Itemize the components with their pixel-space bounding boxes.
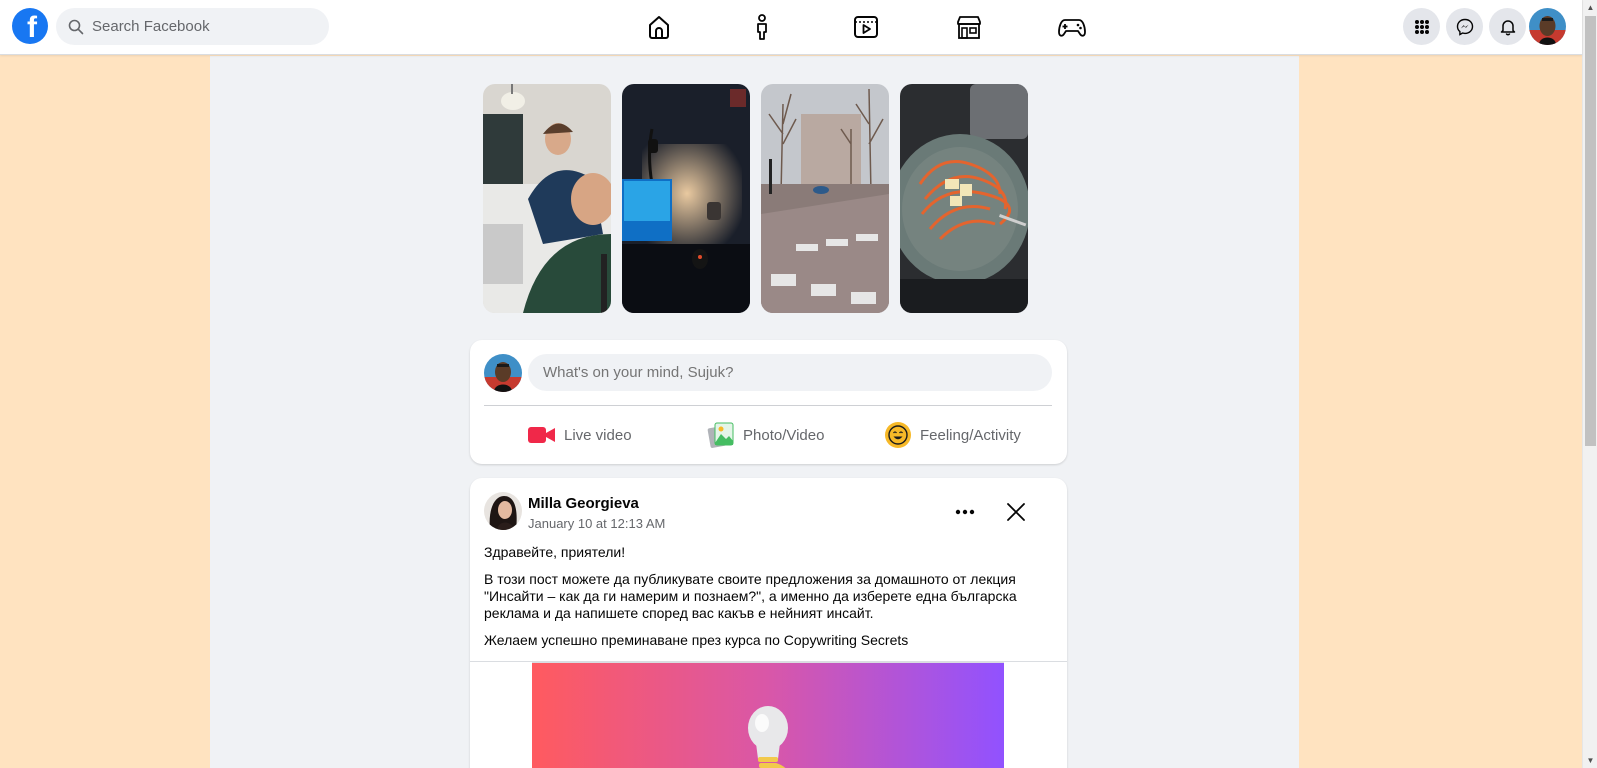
nav-profile[interactable] [744, 10, 780, 44]
post-options-button[interactable] [950, 502, 980, 522]
account-avatar[interactable] [1529, 8, 1566, 45]
story-image [483, 84, 611, 313]
post-paragraph: Желаем успешно преминаване през курса по… [484, 632, 909, 648]
nav-home[interactable] [641, 10, 677, 44]
facebook-logo[interactable]: f [12, 8, 48, 44]
gaming-icon [1058, 19, 1086, 37]
story-card[interactable] [622, 84, 750, 313]
post-timestamp[interactable]: January 10 at 12:13 AM [528, 516, 665, 531]
feed-post: Milla Georgieva January 10 at 12:13 AM З… [470, 478, 1067, 768]
photo-video-label: Photo/Video [743, 426, 825, 444]
post-author-name[interactable]: Milla Georgieva [528, 495, 639, 512]
notifications-button[interactable] [1489, 8, 1526, 45]
post-image[interactable] [532, 662, 1004, 768]
post-paragraph: В този пост можете да публикувате своите… [484, 571, 1017, 621]
more-options-icon [955, 509, 975, 515]
feed-column: Live video Photo/Video Feeling/Activity … [210, 56, 1299, 768]
feeling-icon [885, 422, 911, 448]
lightbulb-icon [748, 706, 788, 768]
photo-video-button[interactable]: Photo/Video [707, 416, 824, 454]
story-card[interactable] [483, 84, 611, 313]
story-image [622, 84, 750, 313]
feeling-activity-label: Feeling/Activity [920, 426, 1021, 444]
post-composer: Live video Photo/Video Feeling/Activity [470, 340, 1067, 464]
messenger-icon [1456, 18, 1473, 36]
scroll-down-arrow[interactable]: ▼ [1583, 753, 1597, 768]
profile-icon [757, 14, 767, 40]
composer-avatar[interactable] [484, 354, 522, 392]
nav-watch[interactable] [848, 10, 884, 44]
story-image [761, 84, 889, 313]
page-scrollbar[interactable]: ▲ ▼ [1582, 0, 1597, 768]
story-card[interactable] [761, 84, 889, 313]
post-paragraph: Здравейте, приятели! [484, 544, 626, 560]
search-input[interactable] [92, 18, 312, 35]
live-video-button[interactable]: Live video [528, 416, 632, 454]
home-icon [649, 16, 669, 39]
search-icon [68, 19, 84, 34]
photo-video-icon [707, 422, 734, 448]
top-navigation-bar: f [0, 0, 1582, 55]
scroll-up-arrow[interactable]: ▲ [1583, 0, 1597, 15]
status-input[interactable] [528, 354, 1052, 391]
menu-grid-icon [1414, 19, 1429, 34]
post-body: Здравейте, приятели! В този пост можете … [484, 544, 1044, 659]
messenger-button[interactable] [1446, 8, 1483, 45]
nav-marketplace[interactable] [951, 10, 987, 44]
composer-divider [484, 405, 1052, 406]
live-video-label: Live video [564, 426, 632, 444]
hide-post-button[interactable] [1004, 500, 1028, 524]
story-card[interactable] [900, 84, 1028, 313]
post-author-avatar[interactable] [484, 492, 522, 530]
marketplace-icon [957, 16, 981, 39]
feeling-activity-button[interactable]: Feeling/Activity [884, 416, 1021, 454]
live-video-icon [528, 427, 555, 443]
nav-gaming[interactable] [1054, 10, 1090, 44]
menu-button[interactable] [1403, 8, 1440, 45]
story-image [900, 84, 1028, 313]
close-icon [1007, 503, 1025, 521]
scrollbar-thumb[interactable] [1585, 16, 1596, 446]
watch-icon [854, 16, 878, 38]
notifications-icon [1500, 19, 1515, 35]
search-box[interactable] [56, 8, 329, 45]
